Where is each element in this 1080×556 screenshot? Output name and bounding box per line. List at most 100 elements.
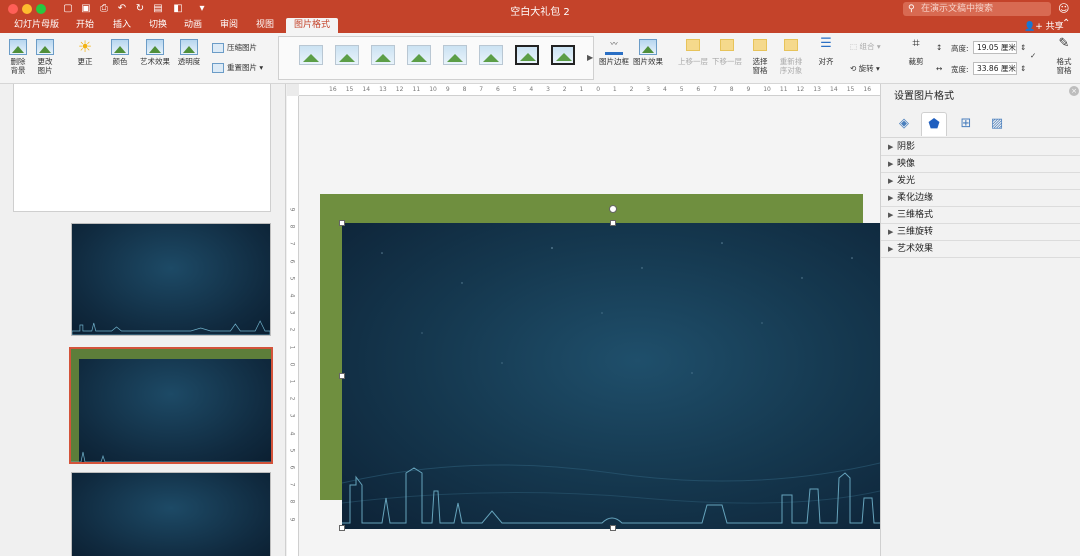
section-shadow[interactable]: ▶ 阴影 (881, 139, 1080, 156)
format-pane-label-2: 窗格 (1056, 66, 1072, 75)
tab-home[interactable]: 开始 (76, 18, 94, 33)
ruler-h-number: 10 (763, 86, 771, 93)
compress-pictures-button[interactable]: 压缩图片 (212, 42, 257, 53)
picture-style-2[interactable] (335, 45, 359, 65)
slide-thumbnail-night-3[interactable] (71, 472, 271, 556)
slide-thumbnail-night-1[interactable] (71, 223, 271, 336)
feedback-smiley-icon[interactable]: ☺ (1058, 2, 1072, 16)
width-stepper-icon[interactable]: ⇕ (1020, 64, 1026, 73)
resize-handle-top[interactable] (610, 220, 616, 226)
search-field[interactable]: ⚲ 在演示文稿中搜索 (903, 2, 1051, 16)
rotate-handle-icon[interactable] (609, 205, 617, 213)
ruler-v-number: 1 (288, 379, 296, 384)
ruler-h-number: 4 (663, 86, 667, 93)
transparency-icon (180, 39, 198, 55)
ruler-h-number: 10 (429, 86, 437, 93)
tab-view[interactable]: 视图 (256, 18, 274, 33)
picture-style-4[interactable] (407, 45, 431, 65)
picture-tab-icon[interactable]: ▨ (984, 112, 1010, 136)
picture-style-1[interactable] (299, 45, 323, 65)
corrections-button[interactable]: ☀ 更正 (70, 37, 100, 67)
expand-triangle-icon: ▶ (888, 228, 894, 236)
tab-slide-master[interactable]: 幻灯片母版 (14, 18, 59, 33)
slide-thumbnail-selected[interactable] (69, 347, 273, 464)
remove-background-label-2: 背景 (10, 66, 26, 75)
reset-picture-button[interactable]: 重置图片 ▾ (212, 62, 263, 73)
remove-background-icon (9, 39, 27, 55)
tab-insert[interactable]: 插入 (113, 18, 131, 33)
artistic-effects-button[interactable]: 艺术效果 (138, 39, 172, 66)
format-pane-button[interactable]: ✎ 格式 窗格 (1052, 37, 1076, 75)
reset-icon (212, 63, 224, 73)
ruler-v-number: 2 (288, 327, 296, 332)
section-reflection[interactable]: ▶ 映像 (881, 156, 1080, 173)
sun-icon: ☀ (77, 37, 93, 56)
tab-review[interactable]: 审阅 (220, 18, 238, 33)
selection-pane-button[interactable]: 选择 窗格 (746, 39, 774, 75)
gallery-more-icon[interactable]: ▶ (587, 53, 593, 62)
change-picture-label-1: 更改 (37, 57, 53, 66)
lock-aspect-checkbox[interactable]: ✓ (1030, 51, 1036, 60)
night-city-picture[interactable] (342, 223, 880, 529)
align-button[interactable]: ☰ 对齐 (812, 37, 840, 66)
remove-background-button[interactable]: 删除 背景 (7, 39, 29, 75)
skyline-art (72, 320, 270, 335)
tab-transitions[interactable]: 切换 (149, 18, 167, 33)
transparency-button[interactable]: 透明度 (174, 39, 204, 66)
ruler-h-number: 15 (846, 86, 855, 93)
rotate-label: 旋转 (858, 64, 874, 73)
fill-line-tab-icon[interactable]: ◈ (891, 112, 917, 136)
picture-style-6[interactable] (479, 45, 503, 65)
crop-button[interactable]: ⌗ 裁剪 (902, 37, 930, 66)
height-input[interactable]: 19.05 厘米 (973, 41, 1017, 54)
tab-picture-format[interactable]: 图片格式 (286, 18, 339, 33)
resize-handle-bottom-left[interactable] (339, 525, 345, 531)
bring-forward-button[interactable]: 上移一层 (676, 39, 710, 66)
resize-handle-left[interactable] (339, 373, 345, 379)
section-3d-format-label: 三维格式 (897, 210, 934, 220)
slide-thumbnail-blank[interactable] (13, 84, 271, 212)
picture-effects-button[interactable]: 图片效果 (632, 39, 664, 66)
height-stepper-icon[interactable]: ⇕ (1020, 43, 1026, 52)
ruler-v-number: 6 (288, 259, 296, 264)
group-button[interactable]: ⬚ 组合 ▾ (850, 41, 881, 52)
share-button[interactable]: 👤+ 共享 (1024, 19, 1064, 32)
resize-handle-bottom[interactable] (610, 525, 616, 531)
rotate-icon: ⟲ (850, 64, 859, 73)
section-3d-format[interactable]: ▶ 三维格式 (881, 207, 1080, 224)
rotate-button[interactable]: ⟲ 旋转 ▾ (850, 63, 880, 74)
effects-tab-icon[interactable]: ⬟ (921, 112, 947, 136)
color-button[interactable]: 颜色 (105, 39, 135, 66)
expand-triangle-icon: ▶ (888, 160, 894, 168)
ruler-h-number: 6 (696, 86, 701, 93)
section-artistic-effects[interactable]: ▶ 艺术效果 (881, 241, 1080, 258)
ruler-h-number: 2 (562, 86, 567, 93)
picture-effects-icon (639, 39, 657, 55)
ruler-v-number: 4 (288, 431, 296, 436)
width-input[interactable]: 33.86 厘米 (973, 62, 1017, 75)
send-backward-label: 下移一层 (712, 57, 742, 66)
picture-style-5[interactable] (443, 45, 467, 65)
ruler-h-number: 3 (646, 86, 651, 93)
size-properties-tab-icon[interactable]: ⊞ (953, 112, 979, 136)
section-soft-edges[interactable]: ▶ 柔化边缘 (881, 190, 1080, 207)
picture-border-button[interactable]: 〰 图片边框 (598, 39, 630, 66)
collapse-ribbon-icon[interactable]: ⌃ (1062, 18, 1070, 29)
change-picture-button[interactable]: 更改 图片 (34, 39, 56, 75)
section-glow[interactable]: ▶ 发光 (881, 173, 1080, 190)
expand-triangle-icon: ▶ (888, 194, 894, 202)
tab-animations[interactable]: 动画 (184, 18, 202, 33)
compress-icon (212, 43, 224, 53)
section-3d-rotation[interactable]: ▶ 三维旋转 (881, 224, 1080, 241)
picture-style-3[interactable] (371, 45, 395, 65)
picture-style-8[interactable] (551, 45, 575, 65)
reorder-objects-button[interactable]: 重新排 序对象 (776, 39, 806, 75)
ruler-h-number: 11 (779, 86, 788, 93)
close-pane-icon[interactable]: × (1069, 86, 1079, 96)
ruler-h-number: 2 (629, 86, 634, 93)
picture-style-7[interactable] (515, 45, 539, 65)
resize-handle-top-left[interactable] (339, 220, 345, 226)
ruler-v-number: 9 (288, 517, 296, 522)
format-pane-title: 设置图片格式 (894, 91, 954, 102)
send-backward-button[interactable]: 下移一层 (710, 39, 744, 66)
